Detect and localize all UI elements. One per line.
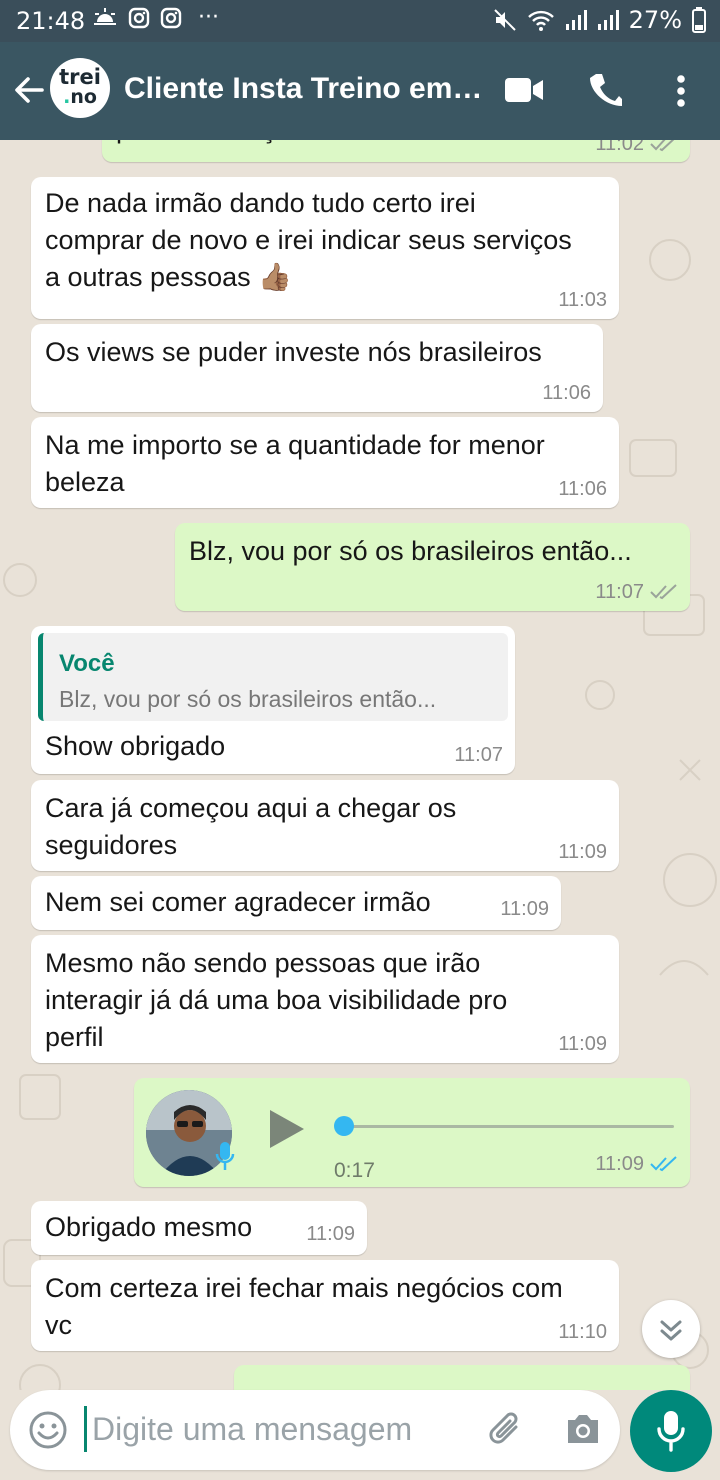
status-system-icons: 27% <box>493 6 706 34</box>
mute-icon <box>493 9 516 31</box>
message-time: 11:09 <box>595 1153 644 1175</box>
message-time: 11:09 <box>558 841 607 863</box>
message-bubble-outgoing[interactable]: Blz, vou por só os brasileiros então... … <box>175 523 690 611</box>
play-icon[interactable] <box>268 1108 306 1150</box>
weather-icon <box>94 7 116 25</box>
signal-icon <box>565 10 587 30</box>
mic-icon <box>215 1142 235 1170</box>
status-time: 21:48 <box>16 7 86 35</box>
message-text: Show obrigado <box>45 731 226 761</box>
double-check-icon <box>650 584 677 600</box>
message-bubble-incoming[interactable]: Mesmo não sendo pessoas que irão interag… <box>31 935 619 1063</box>
signal-icon <box>597 10 619 30</box>
wifi-icon <box>527 10 554 31</box>
message-text: Os views se puder investe nós brasileiro… <box>45 337 542 367</box>
back-arrow-icon[interactable] <box>12 70 46 110</box>
instagram-icon <box>128 7 150 28</box>
message-bubble-outgoing[interactable] <box>234 1365 690 1390</box>
message-time: 11:07 <box>454 744 503 766</box>
double-check-icon <box>650 140 675 152</box>
voice-message-outgoing[interactable]: 0:17 11:09 <box>134 1078 690 1187</box>
message-text: Na me importo se a quantidade for menor … <box>45 430 545 497</box>
message-time: 11:02 <box>595 140 644 155</box>
contact-avatar[interactable]: trei .no <box>50 58 110 118</box>
status-notification-icons: ··· <box>92 5 219 30</box>
compose-bar <box>0 1390 720 1480</box>
message-text: De nada irmão dando tudo certo irei comp… <box>45 188 572 292</box>
message-bubble-incoming[interactable]: Obrigado mesmo 11:09 <box>31 1201 367 1255</box>
quoted-message[interactable]: Você Blz, vou por só os brasileiros entã… <box>38 633 508 721</box>
more-vert-icon[interactable] <box>674 74 688 108</box>
text-cursor <box>84 1406 87 1452</box>
phone-icon[interactable] <box>588 72 624 108</box>
scroll-to-bottom-button[interactable] <box>642 1300 700 1358</box>
chat-area[interactable]: pela confiança. 11:02 De nada irmão dand… <box>0 140 720 1390</box>
camera-icon[interactable] <box>564 1412 602 1446</box>
message-composer[interactable] <box>10 1390 620 1470</box>
instagram-icon <box>160 7 182 28</box>
more-notifications-icon: ··· <box>198 5 219 30</box>
voice-progress-track[interactable] <box>344 1125 674 1128</box>
message-bubble-incoming[interactable]: Com certeza irei fechar mais negócios co… <box>31 1260 619 1351</box>
quoted-text: Blz, vou por só os brasileiros então... <box>59 686 437 712</box>
message-bubble-incoming[interactable]: Na me importo se a quantidade for menor … <box>31 417 619 508</box>
message-text: Mesmo não sendo pessoas que irão interag… <box>45 948 508 1052</box>
emoji-icon[interactable] <box>28 1410 68 1450</box>
attach-icon[interactable] <box>486 1409 526 1451</box>
message-time: 11:07 <box>595 581 644 603</box>
message-text: pela confiança. <box>116 140 676 148</box>
double-check-blue-icon <box>650 1156 677 1172</box>
message-time: 11:06 <box>542 382 591 404</box>
message-text: Cara já começou aqui a chegar os seguido… <box>45 793 457 860</box>
battery-icon <box>692 7 706 33</box>
message-text: Blz, vou por só os brasileiros então... <box>189 536 632 566</box>
message-time: 11:09 <box>306 1223 355 1245</box>
message-bubble-incoming[interactable]: De nada irmão dando tudo certo irei comp… <box>31 177 619 319</box>
chat-header: trei .no Cliente Insta Treino em… <box>0 42 720 140</box>
message-time: 11:10 <box>558 1321 607 1343</box>
message-bubble-incoming[interactable]: Você Blz, vou por só os brasileiros entã… <box>31 626 515 774</box>
message-bubble-outgoing[interactable]: pela confiança. 11:02 <box>102 140 690 162</box>
quoted-author: Você <box>59 650 115 677</box>
message-time: 11:03 <box>558 289 607 311</box>
contact-name[interactable]: Cliente Insta Treino em… <box>124 72 486 106</box>
mic-icon <box>657 1411 685 1452</box>
message-time: 11:06 <box>558 478 607 500</box>
message-time: 11:09 <box>500 898 549 920</box>
message-bubble-incoming[interactable]: Cara já começou aqui a chegar os seguido… <box>31 780 619 871</box>
message-text: Nem sei comer agradecer irmão <box>45 887 431 917</box>
record-voice-button[interactable] <box>630 1390 712 1472</box>
message-text: Com certeza irei fechar mais negócios co… <box>45 1273 563 1340</box>
video-call-icon[interactable] <box>504 76 544 104</box>
message-bubble-incoming[interactable]: Nem sei comer agradecer irmão 11:09 <box>31 876 561 930</box>
battery-level: 27% <box>628 6 682 34</box>
voice-progress-handle[interactable] <box>334 1116 354 1136</box>
message-time: 11:09 <box>558 1033 607 1055</box>
voice-duration: 0:17 <box>334 1159 375 1182</box>
chevron-down-icon <box>660 1320 682 1341</box>
message-bubble-incoming[interactable]: Os views se puder investe nós brasileiro… <box>31 324 603 412</box>
message-input[interactable] <box>92 1404 472 1454</box>
status-bar: 21:48 ··· 27% <box>0 0 720 42</box>
